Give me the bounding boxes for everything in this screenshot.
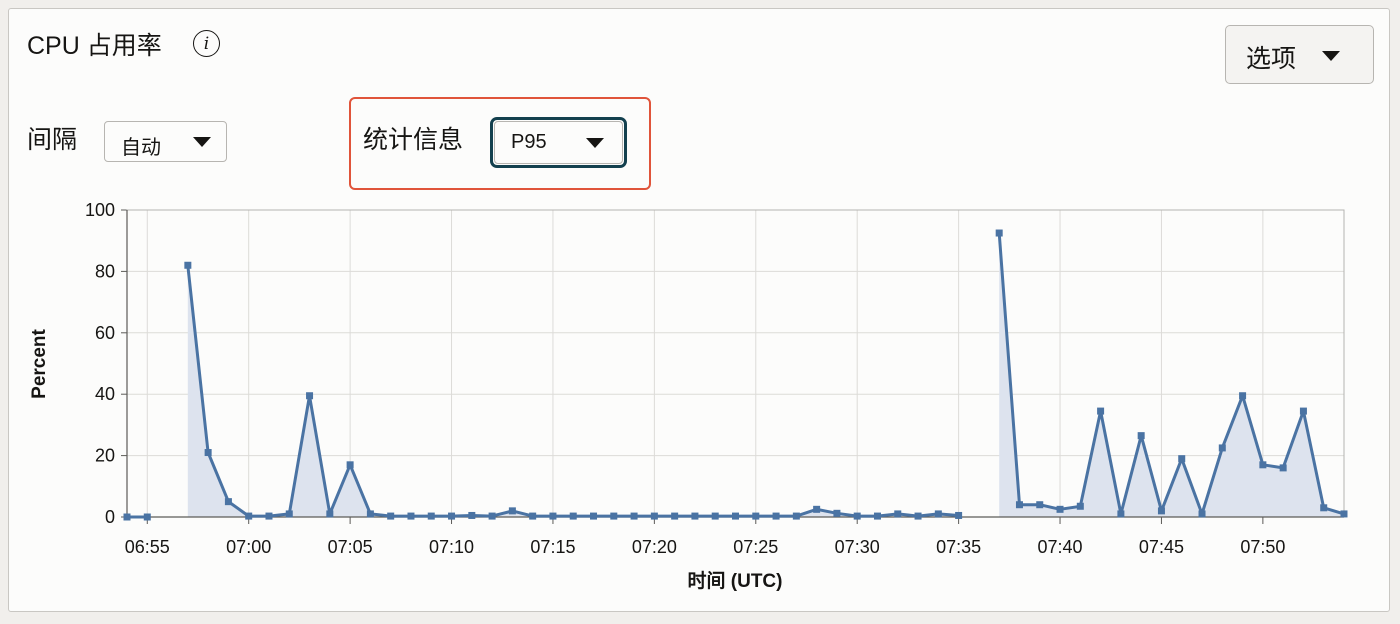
- x-tick-label: 06:55: [125, 537, 170, 557]
- data-point: [245, 512, 253, 520]
- y-axis-label: Percent: [29, 328, 50, 398]
- data-point: [529, 512, 537, 520]
- data-point: [813, 505, 821, 513]
- y-tick-label: 40: [95, 384, 115, 404]
- y-tick-label: 80: [95, 261, 115, 281]
- data-point: [1137, 432, 1145, 440]
- data-point: [549, 512, 557, 520]
- data-point: [448, 512, 456, 520]
- data-point: [671, 512, 679, 520]
- data-point: [711, 512, 719, 520]
- x-tick-label: 07:30: [835, 537, 880, 557]
- data-point: [1259, 461, 1267, 469]
- data-point: [508, 507, 516, 515]
- cpu-usage-chart: 0 20 40 60 80 100 06:55 07:00 07:05 07:10 07:15 07…: [29, 200, 1348, 592]
- data-point: [732, 512, 739, 520]
- data-point: [123, 513, 131, 521]
- x-tick-label: 07:00: [226, 537, 271, 557]
- data-point: [630, 512, 638, 520]
- data-point: [265, 512, 273, 520]
- data-point: [366, 510, 374, 518]
- data-point: [285, 510, 293, 518]
- y-tick-labels: 0 20 40 60 80 100: [85, 200, 115, 527]
- y-tick-label: 100: [85, 200, 115, 220]
- data-point: [934, 510, 942, 518]
- data-point: [306, 392, 314, 400]
- data-point: [590, 512, 598, 520]
- data-point: [1340, 510, 1348, 518]
- y-tick-label: 60: [95, 323, 115, 343]
- data-point: [610, 512, 618, 520]
- y-tick-label: 0: [105, 507, 115, 527]
- data-point: [772, 512, 780, 520]
- x-tick-label: 07:15: [530, 537, 575, 557]
- data-point: [1299, 407, 1307, 415]
- data-point: [427, 512, 435, 520]
- data-point: [569, 512, 577, 520]
- data-point: [1320, 504, 1328, 512]
- data-point: [224, 498, 232, 506]
- data-point: [346, 461, 354, 469]
- data-point: [1036, 501, 1044, 509]
- data-point: [1218, 444, 1226, 452]
- data-point: [650, 512, 658, 520]
- data-point: [184, 261, 192, 269]
- data-point: [995, 229, 1003, 237]
- data-point: [833, 509, 841, 517]
- x-tick-label: 07:40: [1038, 537, 1083, 557]
- y-tick-label: 20: [95, 446, 115, 466]
- x-tick-labels: 06:55 07:00 07:05 07:10 07:15 07:20 07:25 07:30…: [125, 537, 1286, 557]
- series-area-fill: [187, 265, 959, 517]
- series-area-fill: [999, 233, 1344, 517]
- data-point: [792, 512, 800, 520]
- data-point: [914, 512, 922, 520]
- data-point: [326, 510, 334, 518]
- x-tick-label: 07:10: [429, 537, 474, 557]
- data-point: [955, 511, 963, 519]
- data-point: [468, 511, 476, 519]
- data-point: [1076, 502, 1084, 510]
- data-point: [1097, 407, 1105, 415]
- data-point: [1015, 501, 1023, 509]
- data-point: [1117, 510, 1125, 518]
- data-point: [387, 512, 395, 520]
- data-point: [752, 512, 760, 520]
- data-point: [853, 512, 861, 520]
- data-point: [1279, 464, 1287, 472]
- data-point: [894, 510, 902, 518]
- data-point: [1198, 510, 1206, 518]
- x-tick-label: 07:05: [328, 537, 373, 557]
- data-point: [873, 512, 881, 520]
- x-tick-label: 07:35: [936, 537, 981, 557]
- data-point: [407, 512, 415, 520]
- x-tick-label: 07:25: [733, 537, 778, 557]
- data-point: [204, 449, 212, 457]
- data-point: [1157, 507, 1165, 515]
- data-point: [488, 512, 496, 520]
- x-tick-label: 07:20: [632, 537, 677, 557]
- data-point: [691, 512, 699, 520]
- x-tick-label: 07:45: [1139, 537, 1184, 557]
- data-point: [1239, 392, 1247, 400]
- data-point: [143, 513, 151, 521]
- x-axis-label: 时间 (UTC): [688, 570, 783, 592]
- x-tick-label: 07:50: [1240, 537, 1285, 557]
- data-point: [1056, 505, 1064, 513]
- data-point: [1178, 455, 1186, 463]
